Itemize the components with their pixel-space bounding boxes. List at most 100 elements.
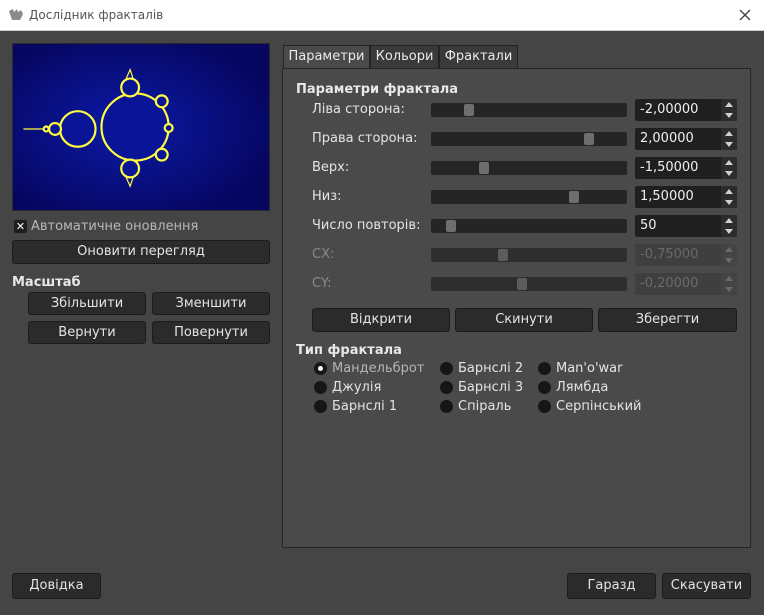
radio-label: Джулія [332, 379, 382, 395]
radio-lambda[interactable]: Лямбда [538, 379, 608, 395]
spin-arrows[interactable] [721, 157, 737, 179]
auto-update-checkbox[interactable]: ✕ Автоматичне оновлення [14, 218, 198, 234]
radio-sierpinski[interactable]: Серпінський [538, 398, 642, 414]
reset-button[interactable]: Скинути [455, 308, 593, 332]
top-value[interactable]: -1,50000 [640, 160, 698, 175]
slider-handle[interactable] [569, 191, 579, 203]
radio-man-o-war[interactable]: Man'o'war [538, 360, 622, 376]
iterations-slider[interactable] [431, 219, 627, 233]
close-icon[interactable] [736, 6, 754, 24]
radio-label: Мандельброт [332, 360, 425, 376]
radio-dot[interactable] [440, 380, 453, 394]
spin-up-icon[interactable] [725, 218, 733, 223]
radio-barnsley-2[interactable]: Барнслі 2 [440, 360, 523, 376]
left-side-slider[interactable] [431, 103, 627, 117]
slider-handle[interactable] [584, 133, 594, 145]
cx-label: CX: [312, 247, 335, 262]
fractal-preview[interactable] [12, 43, 270, 211]
radio-label: Спіраль [458, 398, 512, 414]
left-side-spinbox[interactable]: -2,00000 [635, 99, 737, 121]
slider-handle[interactable] [464, 104, 474, 116]
cy-value: -0,20000 [640, 276, 699, 291]
fractal-parameters-title: Параметри фрактала [296, 82, 459, 97]
gimp-icon [9, 9, 23, 20]
spin-up-icon[interactable] [725, 160, 733, 165]
radio-dot[interactable] [440, 361, 453, 375]
slider-handle[interactable] [446, 220, 456, 232]
radio-label: Лямбда [556, 379, 609, 395]
undo-zoom-button[interactable]: Вернути [28, 321, 146, 344]
spin-up-icon[interactable] [725, 102, 733, 107]
right-side-value[interactable]: 2,00000 [640, 131, 694, 146]
right-side-slider[interactable] [431, 132, 627, 146]
spin-arrows[interactable] [721, 99, 737, 121]
tab-parameters[interactable]: Параметри [283, 45, 370, 70]
cancel-button[interactable]: Скасувати [662, 573, 751, 599]
zoom-out-button[interactable]: Зменшити [152, 292, 270, 315]
bottom-value[interactable]: 1,50000 [640, 189, 694, 204]
slider-handle[interactable] [479, 162, 489, 174]
spin-up-icon [725, 247, 733, 252]
tab-colors[interactable]: Кольори [370, 45, 439, 69]
radio-label: Барнслі 2 [458, 360, 524, 376]
radio-barnsley-3[interactable]: Барнслі 3 [440, 379, 523, 395]
save-button[interactable]: Зберегти [598, 308, 737, 332]
iterations-label: Число повторів: [312, 218, 421, 233]
refresh-preview-button[interactable]: Оновити перегляд [12, 240, 270, 264]
auto-update-label: Автоматичне оновлення [31, 218, 199, 234]
spin-arrows[interactable] [721, 186, 737, 208]
checkbox-check-icon[interactable]: ✕ [14, 219, 27, 233]
spin-down-icon[interactable] [725, 229, 733, 234]
radio-dot[interactable] [538, 361, 551, 375]
radio-dot[interactable] [314, 361, 327, 375]
window-title: Дослідник фракталів [29, 8, 164, 22]
open-button[interactable]: Відкрити [312, 308, 450, 332]
slider-handle [498, 249, 508, 261]
cx-slider [431, 248, 627, 262]
bottom-spinbox[interactable]: 1,50000 [635, 186, 737, 208]
left-side-value[interactable]: -2,00000 [640, 102, 698, 117]
spin-arrows [721, 273, 737, 295]
cy-slider [431, 277, 627, 291]
radio-barnsley-1[interactable]: Барнслі 1 [314, 398, 397, 414]
help-button[interactable]: Довідка [12, 573, 101, 599]
radio-dot[interactable] [314, 380, 327, 394]
radio-dot[interactable] [538, 399, 551, 413]
iterations-value[interactable]: 50 [640, 218, 657, 233]
zoom-in-button[interactable]: Збільшити [28, 292, 146, 315]
left-side-label: Ліва сторона: [312, 102, 405, 117]
ok-button[interactable]: Гаразд [567, 573, 656, 599]
spin-up-icon[interactable] [725, 189, 733, 194]
radio-dot[interactable] [440, 399, 453, 413]
spin-down-icon[interactable] [725, 113, 733, 118]
spin-down-icon [725, 258, 733, 263]
title-bar: Дослідник фракталів [0, 0, 764, 31]
radio-julia[interactable]: Джулія [314, 379, 381, 395]
spin-down-icon [725, 287, 733, 292]
slider-handle [517, 278, 527, 290]
spin-up-icon[interactable] [725, 131, 733, 136]
radio-spiral[interactable]: Спіраль [440, 398, 511, 414]
radio-mandelbrot[interactable]: Мандельброт [314, 360, 424, 376]
spin-arrows[interactable] [721, 215, 737, 237]
tab-fractals[interactable]: Фрактали [439, 45, 518, 69]
redo-zoom-button[interactable]: Повернути [152, 321, 270, 344]
cy-spinbox: -0,20000 [635, 273, 737, 295]
top-spinbox[interactable]: -1,50000 [635, 157, 737, 179]
spin-arrows[interactable] [721, 128, 737, 150]
radio-label: Серпінський [556, 398, 642, 414]
cy-label: CY: [312, 276, 332, 291]
radio-dot[interactable] [538, 380, 551, 394]
cx-value: -0,75000 [640, 247, 699, 262]
right-side-spinbox[interactable]: 2,00000 [635, 128, 737, 150]
iterations-spinbox[interactable]: 50 [635, 215, 737, 237]
spin-down-icon[interactable] [725, 171, 733, 176]
bottom-label: Низ: [312, 189, 342, 204]
radio-label: Барнслі 1 [332, 398, 398, 414]
radio-dot[interactable] [314, 399, 327, 413]
bottom-slider[interactable] [431, 190, 627, 204]
spin-arrows [721, 244, 737, 266]
spin-down-icon[interactable] [725, 200, 733, 205]
spin-down-icon[interactable] [725, 142, 733, 147]
top-slider[interactable] [431, 161, 627, 175]
